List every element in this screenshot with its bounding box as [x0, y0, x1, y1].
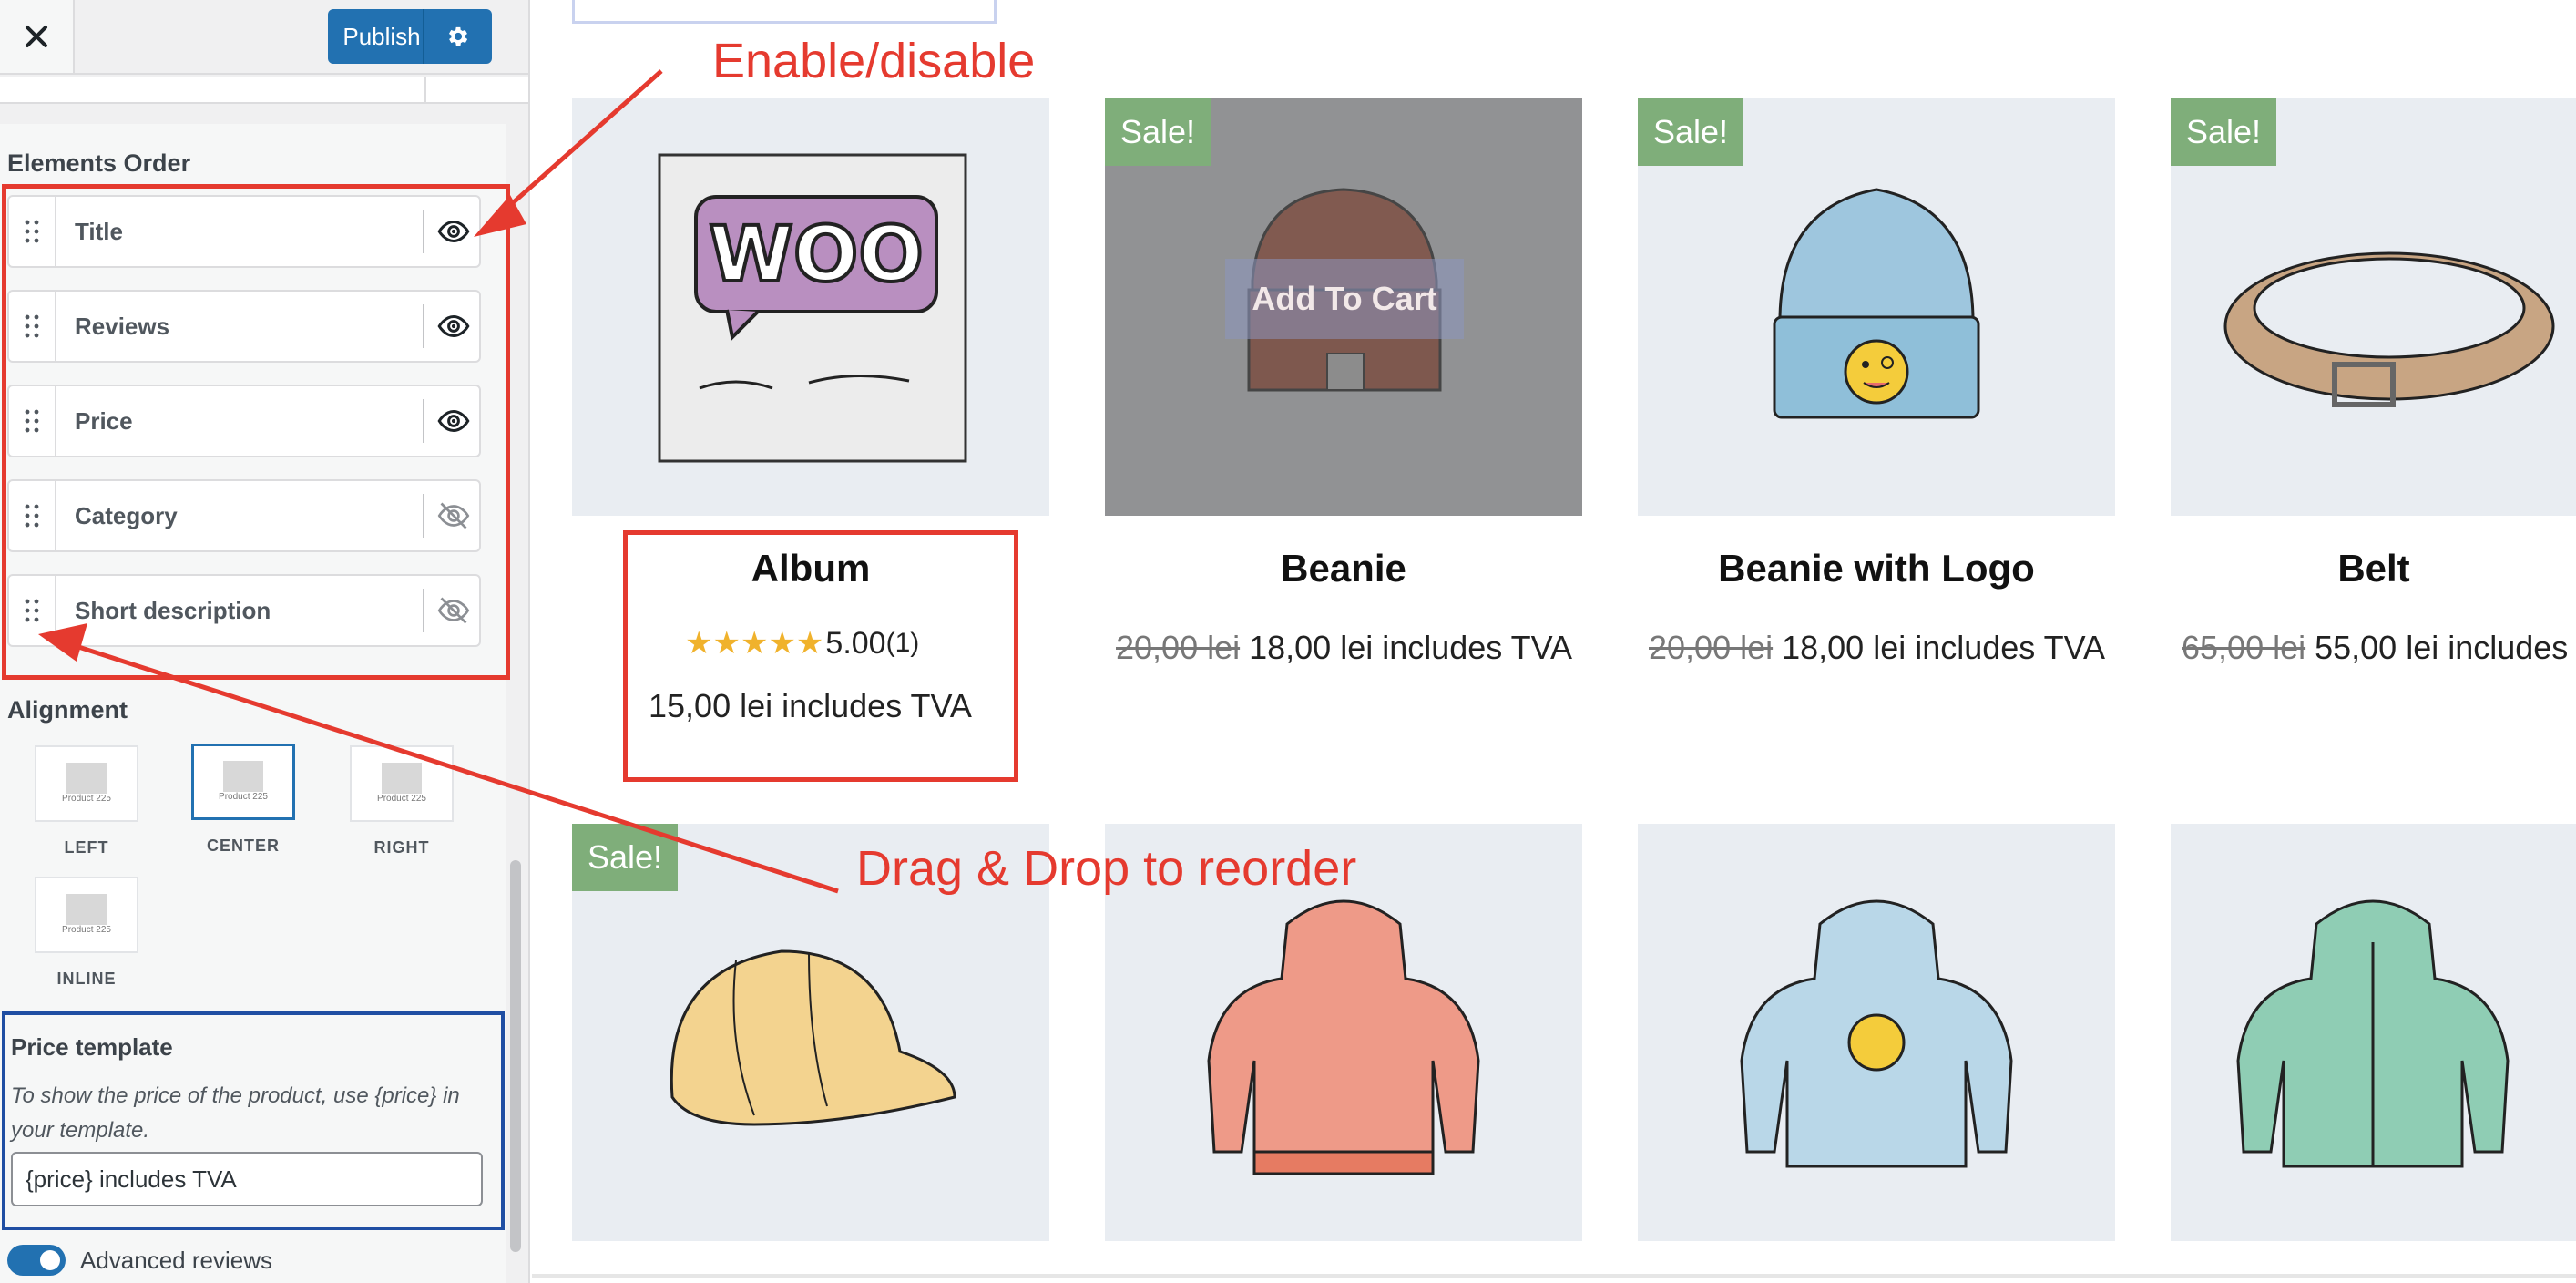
alignment-option-inline[interactable]: Product 225 INLINE — [35, 877, 138, 989]
sale-badge: Sale! — [572, 824, 678, 891]
svg-text:WOO: WOO — [709, 210, 923, 299]
product-price: 20,00 lei 18,00 lei includes TVA — [1649, 629, 2195, 667]
publish-settings-button[interactable] — [423, 9, 492, 64]
image-placeholder-icon — [382, 763, 422, 794]
sidebar-strip — [0, 77, 528, 104]
sidebar-header: Publish — [0, 0, 528, 75]
publish-button[interactable]: Publish — [328, 9, 423, 64]
alignment-option-right[interactable]: Product 225 RIGHT — [350, 745, 454, 857]
hoodie-zipper-illustration — [2236, 899, 2510, 1168]
product-title[interactable]: Beanie — [1105, 547, 1582, 590]
product-image-beanie-with-logo[interactable]: Sale! — [1638, 98, 2115, 516]
alignment-thumbnail: Product 225 — [35, 877, 138, 953]
alignment-option-left[interactable]: Product 225 LEFT — [35, 745, 138, 857]
alignment-thumbnail: Product 225 — [191, 744, 295, 820]
product-image-belt[interactable]: Sale! — [2171, 98, 2576, 516]
price-current: 18,00 lei includes TVA — [1249, 629, 1572, 666]
advanced-reviews-label: Advanced reviews — [80, 1247, 272, 1274]
image-placeholder-icon — [66, 894, 107, 925]
alignment-label: LEFT — [64, 838, 109, 857]
close-icon — [26, 26, 47, 47]
gear-icon — [448, 26, 468, 46]
alignment-label: CENTER — [206, 837, 280, 855]
sidebar-scrollbar[interactable] — [510, 860, 521, 1252]
price-current: 18,00 lei includes TVA — [1782, 629, 2105, 666]
sale-badge: Sale! — [2171, 98, 2276, 166]
close-button[interactable] — [0, 0, 75, 73]
alignment-label: INLINE — [56, 970, 117, 988]
product-image-hoodie-with-logo[interactable] — [1638, 824, 2115, 1241]
price-old: 65,00 lei — [2182, 629, 2306, 666]
alignment-thumbnail: Product 225 — [350, 745, 454, 822]
product-image-hoodie-with-zipper[interactable] — [2171, 824, 2576, 1241]
thumbnail-text: Product 225 — [377, 794, 426, 804]
alignment-label: RIGHT — [373, 838, 430, 857]
add-to-cart-button[interactable]: Add To Cart — [1225, 259, 1464, 339]
preview-top-frame — [572, 0, 997, 24]
publish-group: Publish — [328, 9, 492, 64]
price-template-description: To show the price of the product, use {p… — [11, 1083, 460, 1143]
sale-badge: Sale! — [1638, 98, 1743, 166]
thumbnail-text: Product 225 — [62, 794, 111, 804]
price-old: 20,00 lei — [1116, 629, 1241, 666]
price-template-title: Price template — [11, 1033, 173, 1061]
thumbnail-text: Product 225 — [219, 792, 268, 802]
elements-order-highlight — [2, 184, 510, 680]
price-old: 20,00 lei — [1649, 629, 1774, 666]
product-image-album[interactable]: WOO — [572, 98, 1049, 516]
elements-order-title: Elements Order — [7, 149, 191, 177]
customizer-window: Publish Elements Order Title Reviews Pri… — [0, 0, 2576, 1283]
alignment-title: Alignment — [7, 696, 128, 724]
image-placeholder-icon — [223, 761, 263, 792]
thumbnail-text: Product 225 — [62, 925, 111, 935]
annotation-drag-drop: Drag & Drop to reorder — [856, 841, 1357, 896]
product-title[interactable]: Beanie with Logo — [1638, 547, 2115, 590]
product-title[interactable]: Belt — [2171, 547, 2576, 590]
sale-badge: Sale! — [1105, 98, 1211, 166]
hoodie-logo-illustration — [1740, 899, 2013, 1168]
image-placeholder-icon — [66, 763, 107, 794]
product-price: 20,00 lei 18,00 lei includes TVA — [1116, 629, 1662, 667]
price-template-section: Price template To show the price of the … — [2, 1011, 505, 1230]
price-template-input[interactable] — [11, 1152, 483, 1206]
advanced-reviews-toggle[interactable] — [7, 1245, 66, 1276]
album-highlight — [623, 530, 1018, 782]
product-price: 65,00 lei 55,00 lei includes — [2182, 629, 2575, 667]
preview-bottom-border — [532, 1274, 2576, 1278]
product-image-beanie[interactable]: Add To Cart Sale! — [1105, 98, 1582, 516]
alignment-option-center[interactable]: Product 225 CENTER — [191, 744, 295, 856]
alignment-thumbnail: Product 225 — [35, 745, 138, 822]
album-illustration: WOO — [658, 153, 967, 463]
price-current: 55,00 lei includes — [2315, 629, 2569, 666]
annotation-enable-disable: Enable/disable — [712, 34, 1036, 88]
shop-preview: WOO Add To Cart Sale! Sale! Sale! Album … — [532, 0, 2576, 1283]
